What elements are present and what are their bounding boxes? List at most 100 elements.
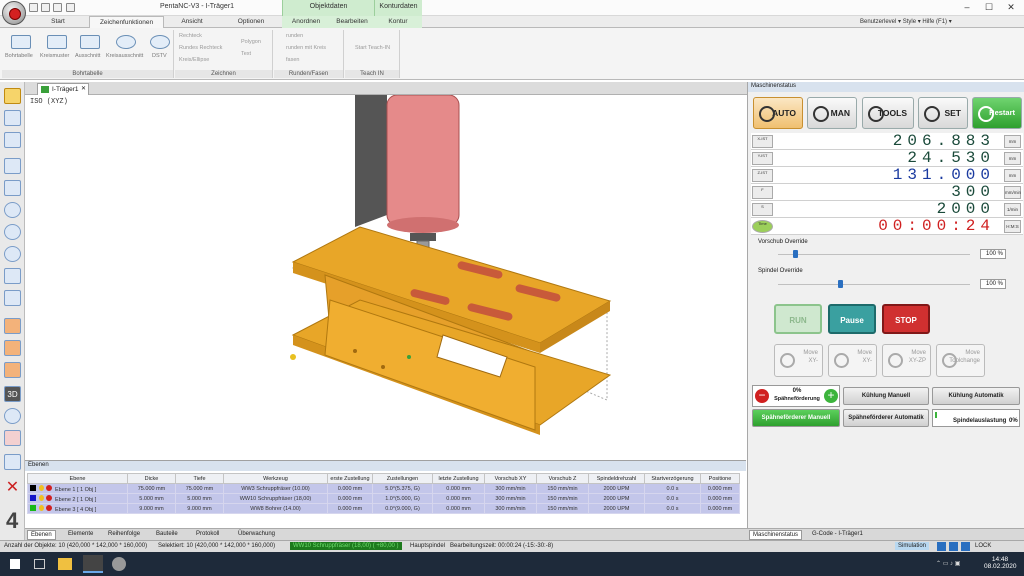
rotate-icon[interactable] — [4, 430, 21, 446]
save-icon[interactable] — [29, 3, 38, 12]
kreis-ellipse-button[interactable]: Kreis/Ellipse — [179, 57, 209, 63]
col-tiefe[interactable]: Tiefe — [175, 473, 224, 484]
layer-color-swatch[interactable] — [30, 494, 36, 501]
pentanc-taskbar-icon[interactable] — [83, 555, 103, 573]
table-row[interactable]: Ebene 1 [ 1 Obj ] 75.000 mm 75.000 mm WW… — [27, 483, 740, 494]
rechteck-button[interactable]: Rechteck — [179, 33, 202, 39]
grid-snap-icon[interactable] — [4, 180, 21, 196]
pause-button[interactable]: Pause — [828, 304, 876, 334]
col-dicke[interactable]: Dicke — [127, 473, 176, 484]
col-positione[interactable]: Positione — [700, 473, 740, 484]
table-row[interactable]: Ebene 3 [ 4 Obj ] 9.000 mm 9.000 mm WW8 … — [27, 503, 740, 514]
layer-color-swatch[interactable] — [30, 484, 36, 491]
runden-button[interactable]: runden — [286, 33, 303, 39]
auto-button[interactable]: AUTO — [753, 97, 803, 129]
move-xy-p-button[interactable]: Move XY- — [828, 344, 877, 377]
col-werkzeug[interactable]: Werkzeug — [223, 473, 328, 484]
cad-viewport[interactable]: ISO (XYZ) — [25, 95, 746, 460]
eye-icon[interactable] — [4, 408, 21, 424]
tab-ansicht[interactable]: Ansicht — [164, 16, 220, 28]
zoom-all-icon[interactable] — [4, 290, 21, 306]
explorer-icon[interactable] — [58, 558, 72, 570]
col-ebene[interactable]: Ebene — [27, 473, 128, 484]
document-tab-close-icon[interactable]: ✕ — [81, 85, 86, 92]
plus-icon[interactable]: + — [824, 389, 838, 403]
tab-optionen[interactable]: Optionen — [220, 16, 282, 28]
bohrtabelle-icon[interactable] — [11, 35, 31, 49]
tab-ebenen[interactable]: Ebenen — [27, 530, 56, 540]
select-arrow-icon[interactable] — [4, 88, 21, 104]
simulation-badge[interactable]: Simulation — [895, 542, 930, 550]
document-icon[interactable] — [4, 454, 21, 470]
application-menu-button[interactable] — [2, 1, 26, 25]
kreisausschnitt-icon[interactable] — [116, 35, 136, 49]
man-button[interactable]: MAN — [807, 97, 857, 129]
tab-bauteile[interactable]: Bauteile — [153, 530, 181, 540]
lock-status[interactable]: LOCK — [975, 543, 991, 549]
close-button[interactable]: ✕ — [1000, 0, 1022, 16]
col-spindeldrehzahl[interactable]: Spindeldrehzahl — [588, 473, 645, 484]
col-startverzoegerung[interactable]: Startverzögerung — [644, 473, 701, 484]
minus-icon[interactable]: − — [755, 389, 769, 403]
windows-start-icon[interactable] — [10, 559, 20, 569]
text-button[interactable]: Text — [241, 51, 251, 57]
view-3d-icon[interactable]: 3D — [4, 386, 21, 402]
col-vorschub-z[interactable]: Vorschub Z — [536, 473, 589, 484]
lightbulb-icon[interactable] — [39, 504, 44, 511]
runden-mit-kreis-button[interactable]: runden mit Kreis — [286, 45, 326, 51]
grid-icon[interactable] — [949, 542, 958, 551]
spaenefoerderer-manuell-button[interactable]: Spähneförderer Manuell — [752, 409, 840, 427]
zoom-in-icon[interactable] — [4, 224, 21, 240]
undo-icon[interactable] — [53, 3, 62, 12]
zoom-out-icon[interactable] — [4, 246, 21, 262]
minimize-button[interactable]: – — [956, 0, 978, 16]
rundes-rechteck-button[interactable]: Rundes Rechteck — [179, 45, 222, 51]
polygon-button[interactable]: Polygon — [241, 39, 261, 45]
vorschub-override-track[interactable] — [778, 250, 970, 258]
redo-icon[interactable] — [66, 3, 75, 12]
run-button[interactable]: RUN — [774, 304, 822, 334]
delete-icon[interactable]: ✕ — [4, 480, 21, 496]
vorschub-override-knob[interactable] — [793, 250, 799, 258]
grid-view-icon[interactable] — [4, 158, 21, 174]
hand-icon[interactable] — [4, 110, 21, 126]
tab-start[interactable]: Start — [30, 16, 86, 28]
tab-maschinenstatus[interactable]: Maschinenstatus — [749, 530, 803, 540]
lightbulb-icon[interactable] — [39, 484, 44, 491]
app-taskbar-icon[interactable] — [112, 557, 126, 571]
print-icon[interactable] — [41, 3, 50, 12]
view-front-icon[interactable] — [4, 340, 21, 356]
measure-icon[interactable] — [4, 132, 21, 148]
ortho-icon[interactable] — [961, 542, 970, 551]
view-side-icon[interactable] — [4, 362, 21, 378]
spindel-override-value[interactable]: 100 % — [980, 279, 1006, 289]
tab-elemente[interactable]: Elemente — [65, 530, 96, 540]
layer-color-swatch[interactable] — [30, 504, 36, 511]
clock[interactable]: 14:48 08.02.2020 — [984, 556, 1017, 570]
spindel-override-track[interactable] — [778, 280, 970, 288]
spindel-override-knob[interactable] — [837, 280, 843, 288]
maximize-button[interactable]: ☐ — [978, 0, 1000, 16]
zoom-window-icon[interactable] — [4, 268, 21, 284]
snap-icon[interactable] — [937, 542, 946, 551]
kuehlung-manuell-button[interactable]: Kühlung Manuell — [843, 387, 929, 405]
move-xy-button[interactable]: Move XY- — [774, 344, 823, 377]
tab-bearbeiten[interactable]: Bearbeiten — [330, 16, 374, 28]
lightbulb-icon[interactable] — [39, 494, 44, 501]
col-erste-zustellung[interactable]: erste Zustellung — [327, 473, 373, 484]
restart-button[interactable]: Restart — [972, 97, 1022, 129]
ausschnitt-icon[interactable] — [80, 35, 100, 49]
kreismuster-icon[interactable] — [47, 35, 67, 49]
col-vorschub-xy[interactable]: Vorschub XY — [484, 473, 537, 484]
ribbon-right-menu[interactable]: Benutzerlevel ▾ Style ▾ Hilfe (F1) ▾ — [860, 18, 952, 25]
spaenefoerderer-automatik-button[interactable]: Spähneförderer Automatik — [843, 409, 929, 427]
vorschub-override-value[interactable]: 100 % — [980, 249, 1006, 259]
table-row[interactable]: Ebene 2 [ 1 Obj ] 5.000 mm 5.000 mm WW10… — [27, 493, 740, 504]
move-xy-zp-button[interactable]: Move XY-ZP — [882, 344, 931, 377]
tray-icons[interactable]: ⌃ ▭ ♪ ▣ — [936, 560, 976, 568]
kuehlung-automatik-button[interactable]: Kühlung Automatik — [932, 387, 1020, 405]
col-zustellungen[interactable]: Zustellungen — [372, 473, 433, 484]
stop-button[interactable]: STOP — [882, 304, 930, 334]
zoom-icon[interactable] — [4, 202, 21, 218]
tools-button[interactable]: TOOLS — [862, 97, 914, 129]
